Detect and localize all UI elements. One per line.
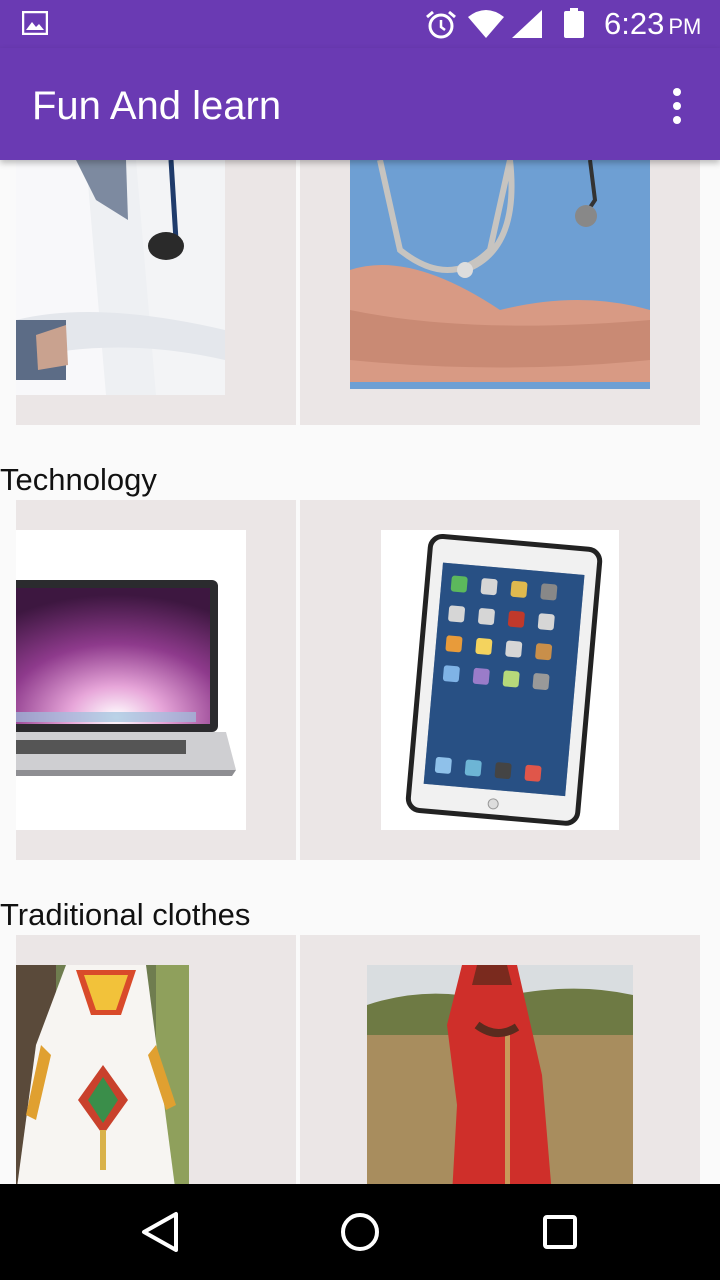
status-clock: 6:23 PM	[604, 6, 701, 45]
app-bar: Fun And learn	[0, 48, 720, 160]
section-title-traditional-clothes: Traditional clothes	[0, 897, 251, 932]
clock-ampm: PM	[668, 14, 702, 39]
home-icon[interactable]	[338, 1210, 382, 1254]
nurse-image	[350, 160, 650, 389]
image-card[interactable]	[300, 160, 700, 425]
image-card[interactable]	[16, 160, 296, 425]
gallery-icon	[22, 11, 48, 35]
image-card[interactable]	[16, 935, 296, 1184]
image-card[interactable]	[300, 500, 700, 860]
overflow-menu-icon[interactable]	[660, 82, 694, 130]
image-card[interactable]	[16, 500, 296, 860]
red-maasai-clothes-image	[367, 965, 633, 1184]
navigation-bar	[0, 1184, 720, 1280]
category-list[interactable]: Technology Traditional clothes	[0, 160, 720, 1184]
back-icon[interactable]	[138, 1210, 182, 1254]
doctor-image	[16, 160, 225, 395]
image-card[interactable]	[300, 935, 700, 1184]
status-bar: 6:23 PM	[0, 0, 720, 48]
white-traditional-dress-image	[16, 965, 189, 1184]
signal-icon	[512, 10, 542, 38]
section-title-technology: Technology	[0, 462, 157, 497]
clock-time: 6:23	[604, 6, 665, 41]
battery-icon	[564, 8, 584, 38]
recents-icon[interactable]	[538, 1210, 582, 1254]
wifi-icon	[468, 10, 504, 38]
laptop-image	[16, 530, 246, 830]
alarm-icon	[426, 10, 456, 39]
tablet-image	[381, 530, 619, 830]
app-title: Fun And learn	[32, 84, 282, 128]
